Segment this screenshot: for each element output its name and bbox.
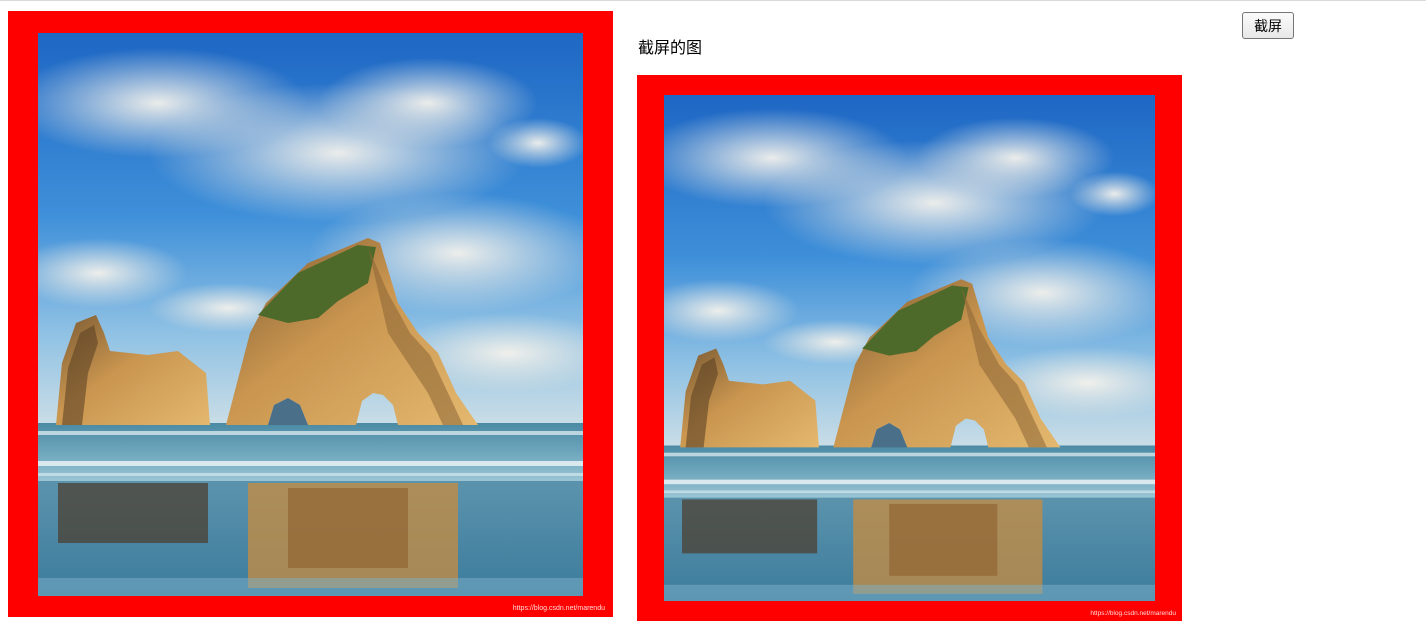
beach-rock-scene — [38, 33, 583, 596]
image-watermark: https://blog.csdn.net/marendu — [1090, 610, 1176, 617]
original-image — [38, 33, 583, 596]
captured-image — [664, 95, 1155, 601]
screenshot-caption: 截屏的图 — [638, 38, 703, 57]
captured-image-frame: https://blog.csdn.net/marendu — [637, 75, 1182, 621]
top-divider — [0, 0, 1426, 1]
beach-rock-scene — [664, 95, 1155, 601]
screenshot-button[interactable]: 截屏 — [1242, 12, 1294, 39]
image-watermark: https://blog.csdn.net/marendu — [512, 605, 605, 612]
original-image-frame: https://blog.csdn.net/marendu — [8, 11, 613, 617]
